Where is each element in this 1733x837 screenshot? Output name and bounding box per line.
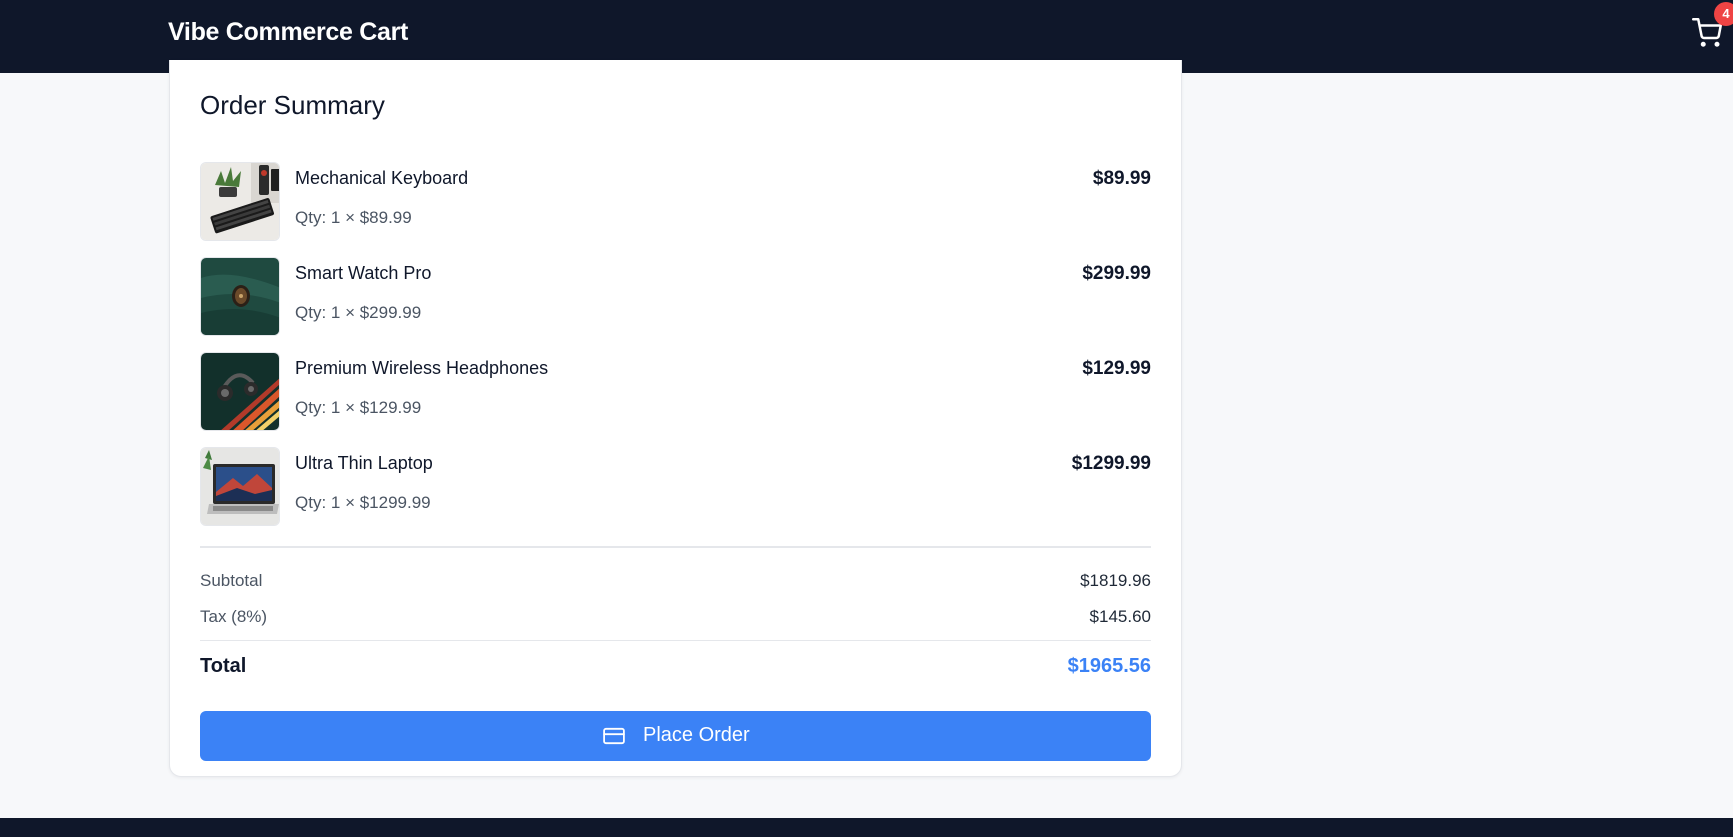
footer-bar xyxy=(0,818,1733,837)
laptop-photo xyxy=(200,447,280,526)
item-price: $129.99 xyxy=(1082,358,1151,379)
item-name: Premium Wireless Headphones xyxy=(295,358,549,378)
brand-title[interactable]: Vibe Commerce Cart xyxy=(168,18,408,47)
tax-row: Tax (8%) $145.60 xyxy=(200,607,1151,631)
place-order-label: Place Order xyxy=(643,724,750,746)
order-item: Smart Watch Pro Qty: 1 × $299.99 $299.99 xyxy=(200,257,1151,336)
items-divider xyxy=(200,546,1151,548)
item-quantity: Qty: 1 × $129.99 xyxy=(295,398,422,417)
total-divider xyxy=(200,640,1151,641)
item-quantity: Qty: 1 × $299.99 xyxy=(295,303,422,322)
subtotal-label: Subtotal xyxy=(200,571,263,590)
credit-card-icon xyxy=(603,727,625,745)
smart-watch-photo xyxy=(200,257,280,336)
tax-label: Tax (8%) xyxy=(200,607,268,626)
order-item: Ultra Thin Laptop Qty: 1 × $1299.99 $129… xyxy=(200,447,1151,526)
subtotal-value: $1819.96 xyxy=(1080,571,1151,590)
total-row: Total $1965.56 xyxy=(200,655,1151,685)
item-price: $299.99 xyxy=(1082,263,1151,284)
keyboard-photo xyxy=(200,162,280,241)
cart-button[interactable]: 4 xyxy=(1688,2,1733,54)
cart-count-badge: 4 xyxy=(1714,2,1733,26)
item-name: Smart Watch Pro xyxy=(295,263,432,283)
tax-value: $145.60 xyxy=(1089,607,1151,626)
headphones-photo xyxy=(200,352,280,431)
item-quantity: Qty: 1 × $1299.99 xyxy=(295,493,431,512)
place-order-button[interactable]: Place Order xyxy=(200,711,1151,761)
item-quantity: Qty: 1 × $89.99 xyxy=(295,208,412,227)
subtotal-row: Subtotal $1819.96 xyxy=(200,571,1151,595)
item-name: Mechanical Keyboard xyxy=(295,168,469,188)
item-price: $89.99 xyxy=(1092,168,1151,189)
total-label: Total xyxy=(200,655,247,677)
order-item: Mechanical Keyboard Qty: 1 × $89.99 $89.… xyxy=(200,162,1151,241)
total-value: $1965.56 xyxy=(1067,655,1151,677)
item-price: $1299.99 xyxy=(1071,453,1151,474)
order-summary-title: Order Summary xyxy=(200,90,385,120)
order-item: Premium Wireless Headphones Qty: 1 × $12… xyxy=(200,352,1151,431)
item-name: Ultra Thin Laptop xyxy=(295,453,433,473)
order-summary-card: Order Summary Mechanical Keyboard Qty: 1… xyxy=(169,60,1182,777)
